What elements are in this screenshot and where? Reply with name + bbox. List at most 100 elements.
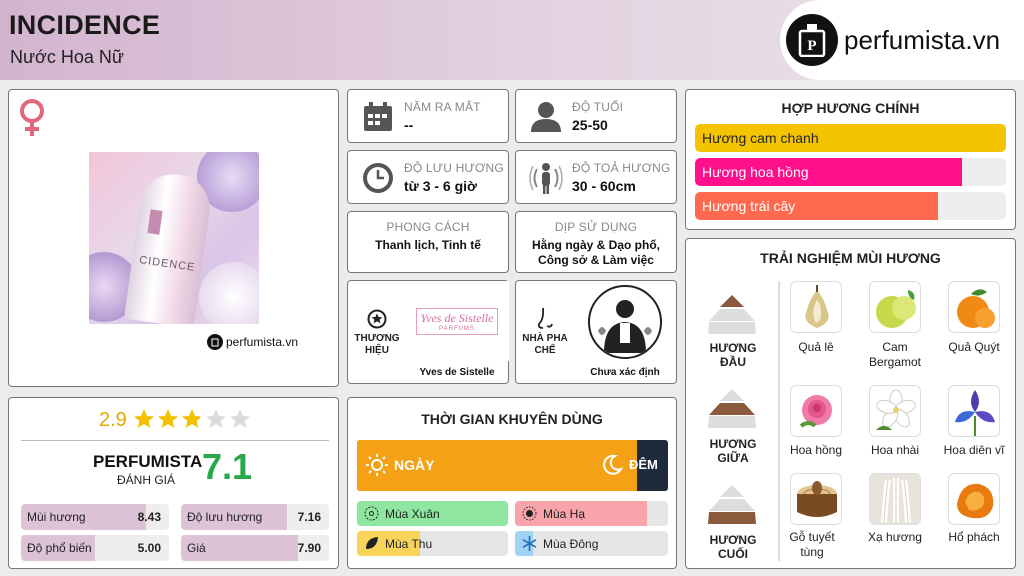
rating-score: 2.9 [99, 408, 127, 431]
metric-bar: Độ lưu hương 7.16 [181, 504, 329, 530]
star-rating-icon [133, 409, 250, 428]
note-label: Quả lê [798, 340, 834, 354]
sillage-value: 30 - 60cm [572, 178, 636, 194]
metric-bar: Giá 7.90 [181, 535, 329, 561]
sillage-person-icon [529, 163, 563, 194]
accord-bar: Hương hoa hồng [695, 158, 1006, 186]
rose-note-image[interactable] [790, 385, 842, 437]
perfumer-avatar [588, 285, 662, 359]
perfumista-brand: PERFUMISTA [93, 452, 203, 471]
season-bar: Mùa Hạ [515, 501, 668, 526]
occasion-card: DỊP SỬ DỤNG Hằng ngày & Dạo phố, Công sở… [515, 211, 677, 273]
moon-icon [603, 454, 623, 475]
jasmine-note-image[interactable] [869, 385, 921, 437]
middle-note-label: HƯƠNG GIỮA [709, 437, 757, 465]
snowflake-icon [522, 536, 537, 551]
mandarin-note-image[interactable] [948, 281, 1000, 333]
brand-logo-line2: PARFUMS [439, 325, 475, 332]
iris-icon [955, 390, 995, 436]
age-value: 25-50 [572, 117, 608, 133]
recommended-time-card: THỜI GIAN KHUYÊN DÙNG NGÀY ĐÊM Mùa Xuân … [347, 397, 677, 569]
cedar-icon [797, 481, 837, 517]
divider [21, 440, 329, 441]
season-bar: Mùa Xuân [357, 501, 508, 526]
age-card: ĐỘ TUỔI 25-50 [515, 89, 677, 143]
musk-note-image[interactable] [869, 473, 921, 525]
season-bar: Mùa Thu [357, 531, 508, 556]
metric-bar: Mùi hương 8.43 [21, 504, 169, 530]
nose-icon [537, 307, 553, 329]
overall-score: 7.1 [202, 446, 253, 487]
logo-text: perfumista.vn [844, 24, 1001, 55]
accord-bar: Hương cam chanh [695, 124, 1006, 152]
iris-note-image[interactable] [948, 385, 1000, 437]
mandarin-icon [957, 289, 995, 328]
brand-value: Yves de Sistelle [419, 367, 495, 378]
musk-icon [870, 474, 920, 524]
watermark-text: perfumista.vn [226, 335, 299, 349]
rating-row: 2.9 [99, 408, 251, 432]
user-icon [531, 102, 561, 132]
pyramid-base-icon [708, 485, 756, 524]
sun-small-icon [522, 506, 537, 521]
age-label: ĐỘ TUỔI [572, 100, 624, 114]
longevity-value: từ 3 - 6 giờ [404, 178, 477, 194]
clock-icon [363, 163, 393, 193]
accord-bar: Hương trái cây [695, 192, 1006, 220]
perfumer-value: Chưa xác định [590, 367, 660, 378]
notes-title: TRẢI NGHIỆM MÙI HƯƠNG [760, 250, 941, 266]
note-label: Hổ phách [948, 530, 1000, 544]
brand-card[interactable]: THƯƠNG HIỆU Yves de Sistelle PARFUMS Yve… [347, 280, 509, 384]
flower-icon [364, 506, 379, 521]
page-title: INCIDENCE [9, 10, 161, 40]
note-label: Quả Quýt [948, 340, 1000, 354]
leaf-icon [366, 537, 378, 549]
night-label: ĐÊM [629, 457, 658, 472]
bergamot-icon [876, 290, 916, 328]
product-image-card: CIDENCE perfumista.vn [8, 89, 339, 387]
release-label: NĂM RA MẮT [404, 100, 481, 114]
amber-icon [957, 483, 994, 519]
pear-icon [805, 285, 829, 328]
season-bar: Mùa Đông [515, 531, 668, 556]
note-label: Gỗ tuyết tùng [789, 530, 835, 559]
brand-label: THƯƠNG HIỆU [354, 333, 400, 356]
pyramid-middle-icon [708, 389, 756, 428]
rose-icon [799, 395, 832, 428]
jasmine-icon [876, 389, 916, 430]
accords-title: HỢP HƯƠNG CHÍNH [781, 100, 920, 116]
longevity-label: ĐỘ LƯU HƯƠNG [404, 161, 504, 175]
perfume-bottle-logo-icon [207, 334, 223, 350]
scent-notes-card: TRẢI NGHIỆM MÙI HƯƠNG HƯƠNG ĐẦU HƯƠNG GI… [685, 238, 1016, 569]
brand-logo: Yves de Sistelle PARFUMS [405, 281, 509, 361]
perfumer-card[interactable]: NHÀ PHA CHẾ Chưa xác định [515, 280, 677, 384]
cedar-note-image[interactable] [790, 473, 842, 525]
day-label: NGÀY [394, 457, 435, 473]
release-value: -- [404, 117, 414, 133]
day-night-bar: NGÀY ĐÊM [357, 440, 668, 491]
product-watermark: perfumista.vn [207, 334, 298, 350]
site-logo[interactable]: P perfumista.vn [780, 0, 1024, 80]
page-subtitle: Nước Hoa Nữ [10, 47, 124, 67]
time-title: THỜI GIAN KHUYÊN DÙNG [421, 411, 603, 427]
calendar-icon [364, 102, 392, 131]
style-label: PHONG CÁCH [386, 220, 470, 234]
rating-card: 2.9 PERFUMISTA ĐÁNH GIÁ 7.1 Mùi hương 8.4… [8, 397, 339, 569]
female-symbol-icon [20, 99, 44, 136]
base-note-label: HƯƠNG CUỐI [709, 533, 757, 561]
occasion-label: DỊP SỬ DỤNG [554, 220, 638, 234]
product-photo: CIDENCE [89, 152, 259, 324]
perfumer-label: NHÀ PHA CHẾ [522, 333, 568, 356]
header-banner: INCIDENCE Nước Hoa Nữ P perfumista.vn [0, 0, 1024, 80]
style-card: PHONG CÁCH Thanh lịch, Tinh tế [347, 211, 509, 273]
main-accords-card: HỢP HƯƠNG CHÍNH Hương cam chanh Hương ho… [685, 89, 1016, 230]
note-label: Hoa diên vĩ [943, 443, 1005, 457]
pear-note-image[interactable] [790, 281, 842, 333]
bergamot-note-image[interactable] [869, 281, 921, 333]
note-label: Cam Bergamot [868, 340, 922, 369]
release-year-card: NĂM RA MẮT -- [347, 89, 509, 143]
amber-note-image[interactable] [948, 473, 1000, 525]
top-note-label: HƯƠNG ĐẦU [709, 341, 757, 369]
occasion-value: Hằng ngày & Dạo phố, Công sở & Làm việc [531, 238, 660, 267]
svg-text:P: P [807, 38, 816, 54]
